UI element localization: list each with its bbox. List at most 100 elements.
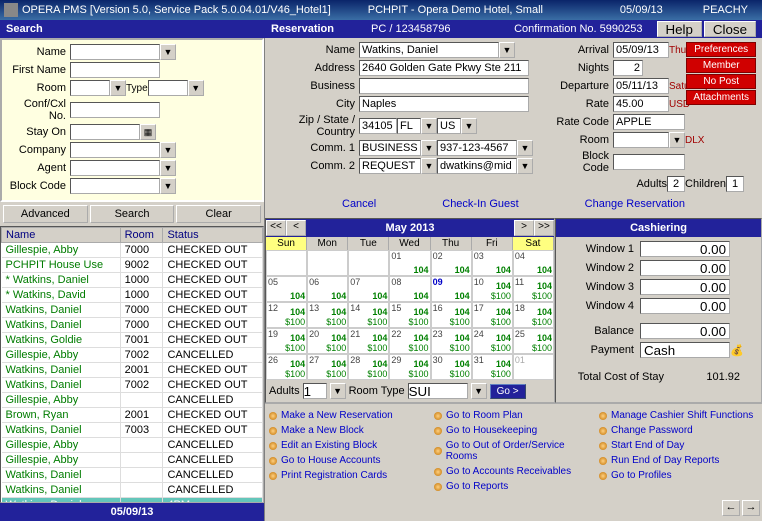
company-dd-icon[interactable]: ▼	[160, 142, 176, 158]
cal-cell[interactable]: 18$100104	[513, 302, 554, 328]
agent-dd-icon[interactable]: ▼	[160, 160, 176, 176]
cal-cell[interactable]: 25$100104	[513, 328, 554, 354]
table-row[interactable]: PCHPIT House Use9002CHECKED OUT	[2, 258, 263, 273]
member-button[interactable]: Member	[686, 58, 756, 73]
cal-cell[interactable]: 21$100104	[348, 328, 389, 354]
cal-cell[interactable]: 02104	[431, 250, 472, 276]
table-row[interactable]: Gillespie, AbbyCANCELLED	[2, 453, 263, 468]
resv-address2-input[interactable]	[359, 78, 529, 94]
link-item[interactable]: Change Password	[599, 423, 758, 438]
resv-comm1a-input[interactable]	[359, 140, 421, 156]
stayon-input[interactable]	[70, 124, 140, 140]
arrival-input[interactable]	[613, 42, 669, 58]
table-row[interactable]: Gillespie, Abby7002CANCELLED	[2, 348, 263, 363]
resv-comm1b-input[interactable]	[437, 140, 517, 156]
cal-next-button[interactable]: >	[514, 220, 534, 236]
company-input[interactable]	[70, 142, 160, 158]
cal-cell[interactable]: 08104	[389, 276, 430, 302]
link-item[interactable]: Manage Cashier Shift Functions	[599, 408, 758, 423]
link-item[interactable]: Go to Room Plan	[434, 408, 593, 423]
cal-cell[interactable]: 05104	[266, 276, 307, 302]
room-dd2-icon[interactable]: ▼	[669, 132, 685, 148]
change-link[interactable]: Change Reservation	[585, 198, 685, 210]
cal-cell[interactable]: 07104	[348, 276, 389, 302]
resv-address-input[interactable]	[359, 60, 529, 76]
link-item[interactable]: Go to House Accounts	[269, 453, 428, 468]
name-dd-icon[interactable]: ▼	[160, 44, 176, 60]
rate-input[interactable]	[613, 96, 669, 112]
comm2-dd-icon[interactable]: ▼	[421, 158, 437, 174]
cal-cell[interactable]: 30$100104	[431, 354, 472, 380]
link-item[interactable]: Go to Profiles	[599, 468, 758, 483]
link-item[interactable]: Make a New Block	[269, 423, 428, 438]
cal-cell[interactable]: 15$100104	[389, 302, 430, 328]
link-item[interactable]: Print Registration Cards	[269, 468, 428, 483]
cal-cell[interactable]: 09104	[431, 276, 472, 302]
cal-cell[interactable]: 24$100104	[472, 328, 513, 354]
resv-comm2b-input[interactable]	[437, 158, 517, 174]
table-row[interactable]: Watkins, Goldie7001CHECKED OUT	[2, 333, 263, 348]
search-button[interactable]: Search	[90, 205, 175, 223]
balance-input[interactable]	[640, 323, 730, 339]
cal-cell[interactable]: 16$100104	[431, 302, 472, 328]
help-button[interactable]: Help	[657, 21, 702, 37]
table-row[interactable]: Watkins, Daniel7000CHECKED OUT	[2, 318, 263, 333]
advanced-button[interactable]: Advanced	[3, 205, 88, 223]
cal-cell[interactable]: 26$100104	[266, 354, 307, 380]
cal-cell[interactable]: 31$100104	[472, 354, 513, 380]
ratecode-input[interactable]	[613, 114, 685, 130]
cal-cell[interactable]: 01	[513, 354, 554, 380]
table-row[interactable]: Gillespie, AbbyCANCELLED	[2, 438, 263, 453]
resvroom-input[interactable]	[613, 132, 669, 148]
firstname-input[interactable]	[70, 62, 160, 78]
type-input[interactable]	[148, 80, 188, 96]
table-row[interactable]: Brown, Ryan2001CHECKED OUT	[2, 408, 263, 423]
cal-cell[interactable]: 10$100104	[472, 276, 513, 302]
table-row[interactable]: Gillespie, AbbyCANCELLED	[2, 393, 263, 408]
w4-input[interactable]	[640, 298, 730, 314]
resv-city-input[interactable]	[359, 96, 529, 112]
link-item[interactable]: Make a New Reservation	[269, 408, 428, 423]
resv-zip-input[interactable]	[359, 118, 397, 134]
link-item[interactable]: Go to Accounts Receivables	[434, 464, 593, 479]
table-row[interactable]: Watkins, Daniel7002CHECKED OUT	[2, 378, 263, 393]
country-dd-icon[interactable]: ▼	[461, 118, 477, 134]
results-grid[interactable]: Name Room Status Gillespie, Abby7000CHEC…	[0, 226, 264, 503]
w3-input[interactable]	[640, 279, 730, 295]
cancel-link[interactable]: Cancel	[342, 198, 376, 210]
cal-cell[interactable]: 11$100104	[513, 276, 554, 302]
link-item[interactable]: Run End of Day Reports	[599, 453, 758, 468]
table-row[interactable]: * Watkins, Daniel1000CHECKED OUT	[2, 273, 263, 288]
cal-first-button[interactable]: <<	[266, 220, 286, 236]
close-button[interactable]: Close	[704, 21, 756, 37]
room-dd-icon[interactable]: ▼	[110, 80, 126, 96]
payment-input[interactable]	[640, 342, 730, 358]
link-item[interactable]: Go to Out of Order/Service Rooms	[434, 438, 593, 464]
cal-cell[interactable]: 28$100104	[348, 354, 389, 380]
table-row[interactable]: Watkins, DanielCANCELLED	[2, 468, 263, 483]
resv-country-input[interactable]	[437, 118, 461, 134]
resv-state-input[interactable]	[397, 118, 421, 134]
link-item[interactable]: Go to Housekeeping	[434, 423, 593, 438]
cal-cell[interactable]: 01104	[389, 250, 430, 276]
cal-cell[interactable]: 20$100104	[307, 328, 348, 354]
col-room[interactable]: Room	[120, 228, 163, 243]
rt-input[interactable]	[408, 383, 468, 399]
resvblock-input[interactable]	[613, 154, 685, 170]
link-item[interactable]: Edit an Existing Block	[269, 438, 428, 453]
cal-cell[interactable]	[348, 250, 389, 276]
cal-cell[interactable]: 19$100104	[266, 328, 307, 354]
cal-cell[interactable]: 04104	[513, 250, 554, 276]
cal-cell[interactable]: 13$100104	[307, 302, 348, 328]
children-input[interactable]	[726, 176, 744, 192]
nights-input[interactable]	[613, 60, 643, 76]
resv-business-label[interactable]: Business	[269, 80, 359, 92]
calendar-icon[interactable]: ▦	[140, 124, 156, 140]
cal-cell[interactable]: 17$100104	[472, 302, 513, 328]
resv-comm2a-input[interactable]	[359, 158, 421, 174]
rt-adults-dd-icon[interactable]: ▼	[330, 383, 346, 399]
link-item[interactable]: Go to Reports	[434, 479, 593, 494]
state-dd-icon[interactable]: ▼	[421, 118, 437, 134]
attachments-button[interactable]: Attachments	[686, 90, 756, 105]
comm2b-dd-icon[interactable]: ▼	[517, 158, 533, 174]
